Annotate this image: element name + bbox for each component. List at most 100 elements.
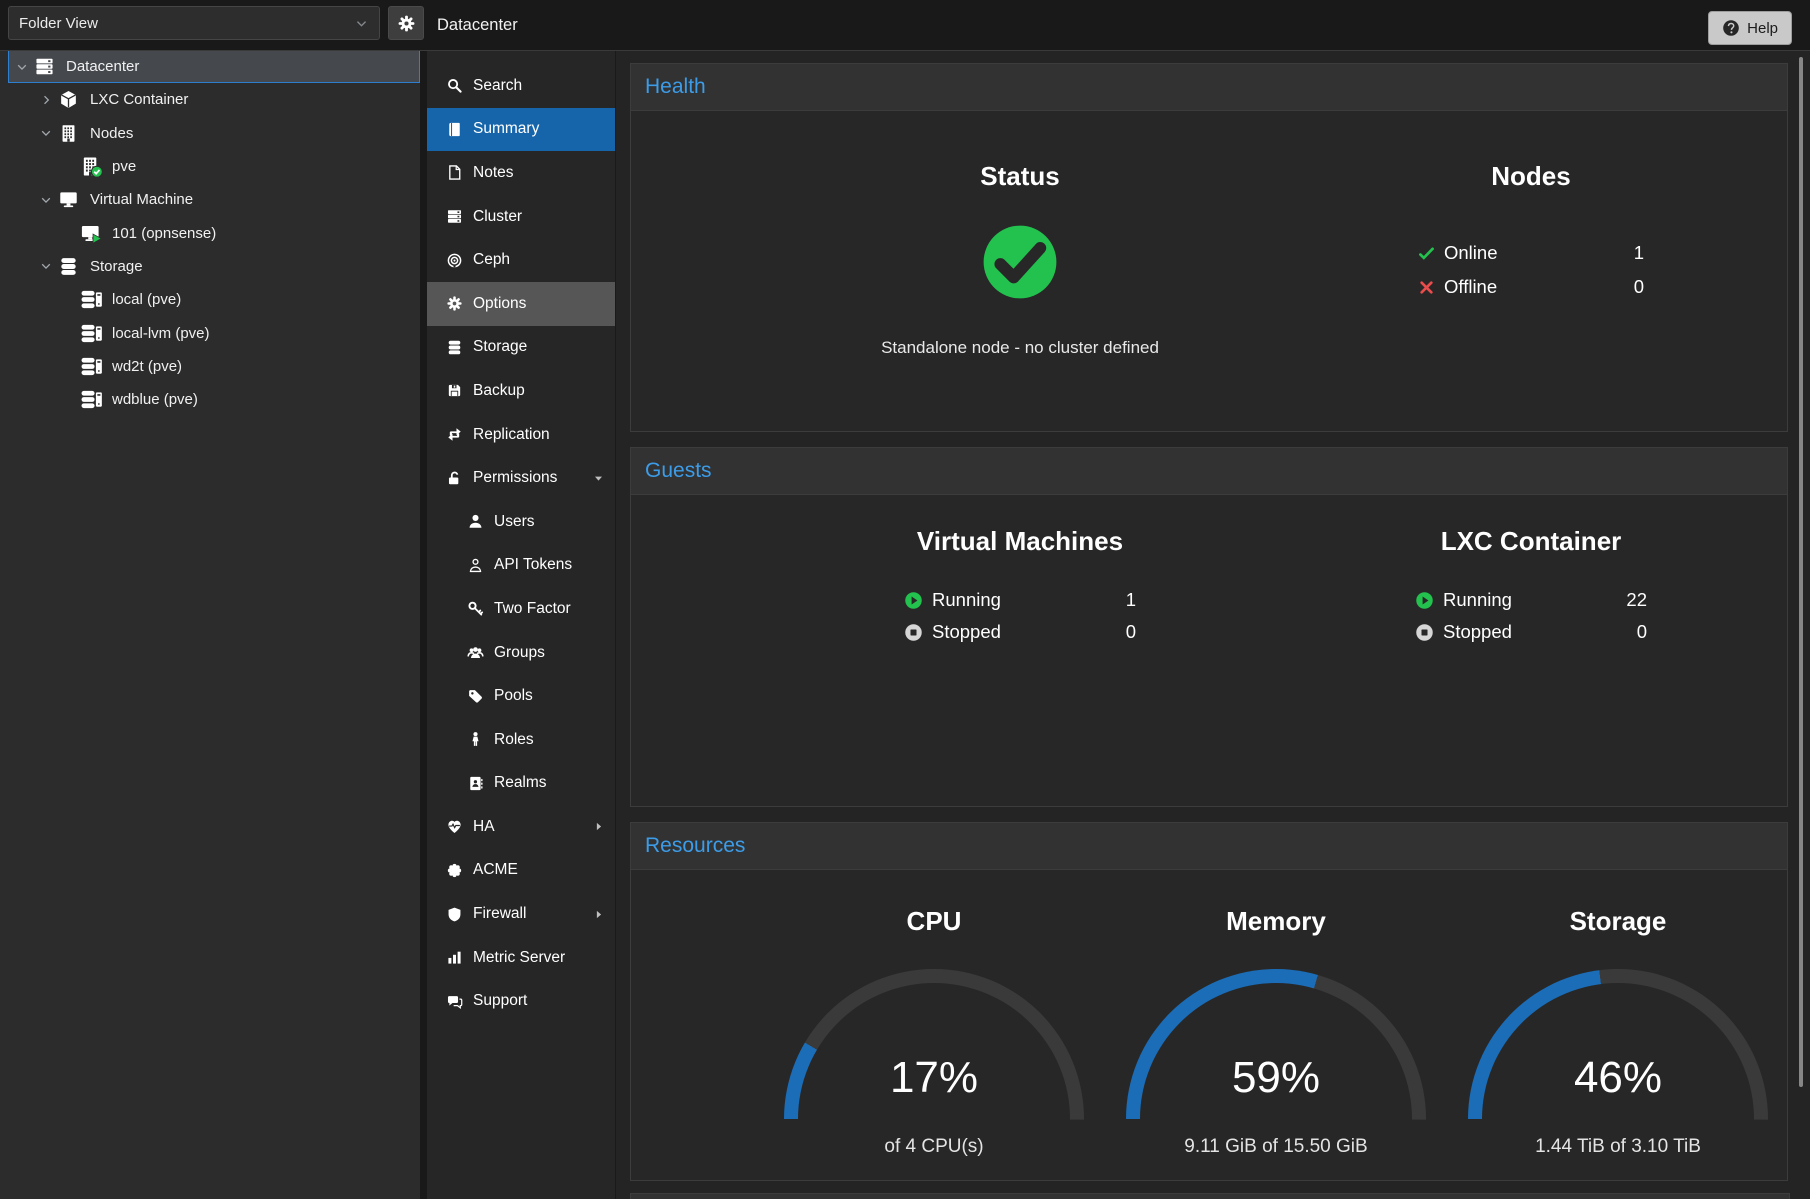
expander-chevron-down-icon[interactable] xyxy=(36,126,56,140)
tree-item-label: Datacenter xyxy=(66,58,139,75)
proxmox-app: Folder View Datacenter Help Datacenter LX… xyxy=(0,0,1810,1199)
database-drive-icon xyxy=(80,388,103,411)
building-check-icon xyxy=(80,155,103,178)
tree-item-storage[interactable]: Storage xyxy=(8,250,420,283)
gear-icon xyxy=(397,14,416,33)
caret-right-icon xyxy=(592,820,605,833)
menu-item-label: Summary xyxy=(473,120,539,138)
menu-item-realms[interactable]: Realms xyxy=(427,762,615,806)
menu-item-options[interactable]: Options xyxy=(427,282,615,326)
building-icon xyxy=(58,123,79,144)
guests-panel-title: Guests xyxy=(645,459,712,483)
menu-item-ceph[interactable]: Ceph xyxy=(427,238,615,282)
menu-item-metric-server[interactable]: Metric Server xyxy=(427,936,615,980)
health-panel-title: Health xyxy=(645,75,706,99)
stat-row-stopped: Stopped0 xyxy=(1415,616,1647,648)
address-book-icon xyxy=(467,775,484,792)
tree-item-label: LXC Container xyxy=(90,91,188,108)
menu-item-storage[interactable]: Storage xyxy=(427,326,615,370)
panel-separator[interactable] xyxy=(420,50,427,1199)
comments-icon xyxy=(446,993,463,1010)
server-stack-icon xyxy=(34,56,55,77)
menu-item-acme[interactable]: ACME xyxy=(427,849,615,893)
tree-item-local-pve[interactable]: local (pve) xyxy=(8,283,420,316)
menu-item-label: Groups xyxy=(494,644,545,662)
tree-item-wd2t-pve[interactable]: wd2t (pve) xyxy=(8,350,420,383)
menu-item-roles[interactable]: Roles xyxy=(427,718,615,762)
play-circle-icon xyxy=(904,591,923,610)
caret-right-icon[interactable] xyxy=(592,820,605,833)
cube-icon xyxy=(58,89,79,110)
resources-panel-header: Resources xyxy=(631,823,1787,870)
database-icon xyxy=(58,256,79,277)
tree-item-label: Storage xyxy=(90,258,143,275)
main-content: Health Status Standalone node - no clust… xyxy=(617,50,1810,1199)
tree-item-local-lvm-pve[interactable]: local-lvm (pve) xyxy=(8,316,420,349)
menu-item-label: Backup xyxy=(473,382,525,400)
menu-item-api-tokens[interactable]: API Tokens xyxy=(427,544,615,588)
stat-label: Running xyxy=(932,589,1001,611)
note-icon xyxy=(446,164,463,181)
retweet-icon xyxy=(446,426,463,443)
menu-item-firewall[interactable]: Firewall xyxy=(427,892,615,936)
guests-column-lxc-container: LXC ContainerRunning22Stopped0 xyxy=(1277,495,1785,805)
menu-item-search[interactable]: Search xyxy=(427,64,615,108)
question-circle-icon xyxy=(1722,19,1740,37)
magnifier-icon xyxy=(446,77,463,94)
menu-item-pools[interactable]: Pools xyxy=(427,674,615,718)
tree-settings-button[interactable] xyxy=(388,6,424,40)
menu-item-label: Permissions xyxy=(473,469,557,487)
tree-item-wdblue-pve[interactable]: wdblue (pve) xyxy=(8,383,420,416)
tree-view-selector[interactable]: Folder View xyxy=(8,6,380,40)
menu-item-backup[interactable]: Backup xyxy=(427,369,615,413)
tree-item-label: Nodes xyxy=(90,125,133,142)
server-stack-icon xyxy=(446,208,463,225)
menu-item-two-factor[interactable]: Two Factor xyxy=(427,587,615,631)
stat-label: Stopped xyxy=(1443,621,1512,643)
chevron-down-icon xyxy=(39,193,53,207)
expander-chevron-down-icon[interactable] xyxy=(12,60,32,74)
menu-item-groups[interactable]: Groups xyxy=(427,631,615,675)
status-ok-icon xyxy=(978,220,1062,304)
menu-item-ha[interactable]: HA xyxy=(427,805,615,849)
tree-item-nodes[interactable]: Nodes xyxy=(8,117,420,150)
menu-item-label: Users xyxy=(494,513,534,531)
expander-chevron-down-icon[interactable] xyxy=(36,259,56,273)
stat-row-stopped: Stopped0 xyxy=(904,616,1136,648)
menu-item-users[interactable]: Users xyxy=(427,500,615,544)
database-icon xyxy=(446,339,463,356)
unlock-icon xyxy=(446,470,463,487)
menu-item-label: Notes xyxy=(473,164,514,182)
menu-item-replication[interactable]: Replication xyxy=(427,413,615,457)
menu-item-cluster[interactable]: Cluster xyxy=(427,195,615,239)
help-button[interactable]: Help xyxy=(1708,11,1792,45)
expander-chevron-right-icon[interactable] xyxy=(36,93,56,107)
check-icon xyxy=(1418,245,1435,262)
book-icon xyxy=(446,121,463,138)
menu-item-label: Two Factor xyxy=(494,600,571,618)
vertical-scrollbar[interactable] xyxy=(1799,57,1803,1087)
top-bar: Folder View Datacenter Help xyxy=(0,0,1810,51)
menu-item-permissions[interactable]: Permissions xyxy=(427,456,615,500)
menu-item-summary[interactable]: Summary xyxy=(427,108,615,152)
stat-row-running: Running22 xyxy=(1415,584,1647,616)
tree-item-label: local-lvm (pve) xyxy=(112,325,210,342)
caret-right-icon[interactable] xyxy=(592,908,605,921)
tree-item-lxc-container[interactable]: LXC Container xyxy=(8,83,420,116)
bar-chart-icon xyxy=(446,949,463,966)
caret-down-icon[interactable] xyxy=(592,472,605,485)
tree-item-pve[interactable]: pve xyxy=(8,150,420,183)
menu-item-notes[interactable]: Notes xyxy=(427,151,615,195)
menu-item-label: Storage xyxy=(473,338,527,356)
tree-item-101-opnsense[interactable]: 101 (opnsense) xyxy=(8,216,420,249)
tree-item-label: Virtual Machine xyxy=(90,191,193,208)
menu-item-support[interactable]: Support xyxy=(427,979,615,1023)
tree-item-virtual-machine[interactable]: Virtual Machine xyxy=(8,183,420,216)
gauge-title: CPU xyxy=(763,906,1105,937)
stat-value: 1 xyxy=(1634,242,1644,264)
menu-item-label: HA xyxy=(473,818,495,836)
menu-item-label: Pools xyxy=(494,687,533,705)
tree-item-datacenter[interactable]: Datacenter xyxy=(8,50,420,83)
menu-item-label: Options xyxy=(473,295,526,313)
expander-chevron-down-icon[interactable] xyxy=(36,193,56,207)
